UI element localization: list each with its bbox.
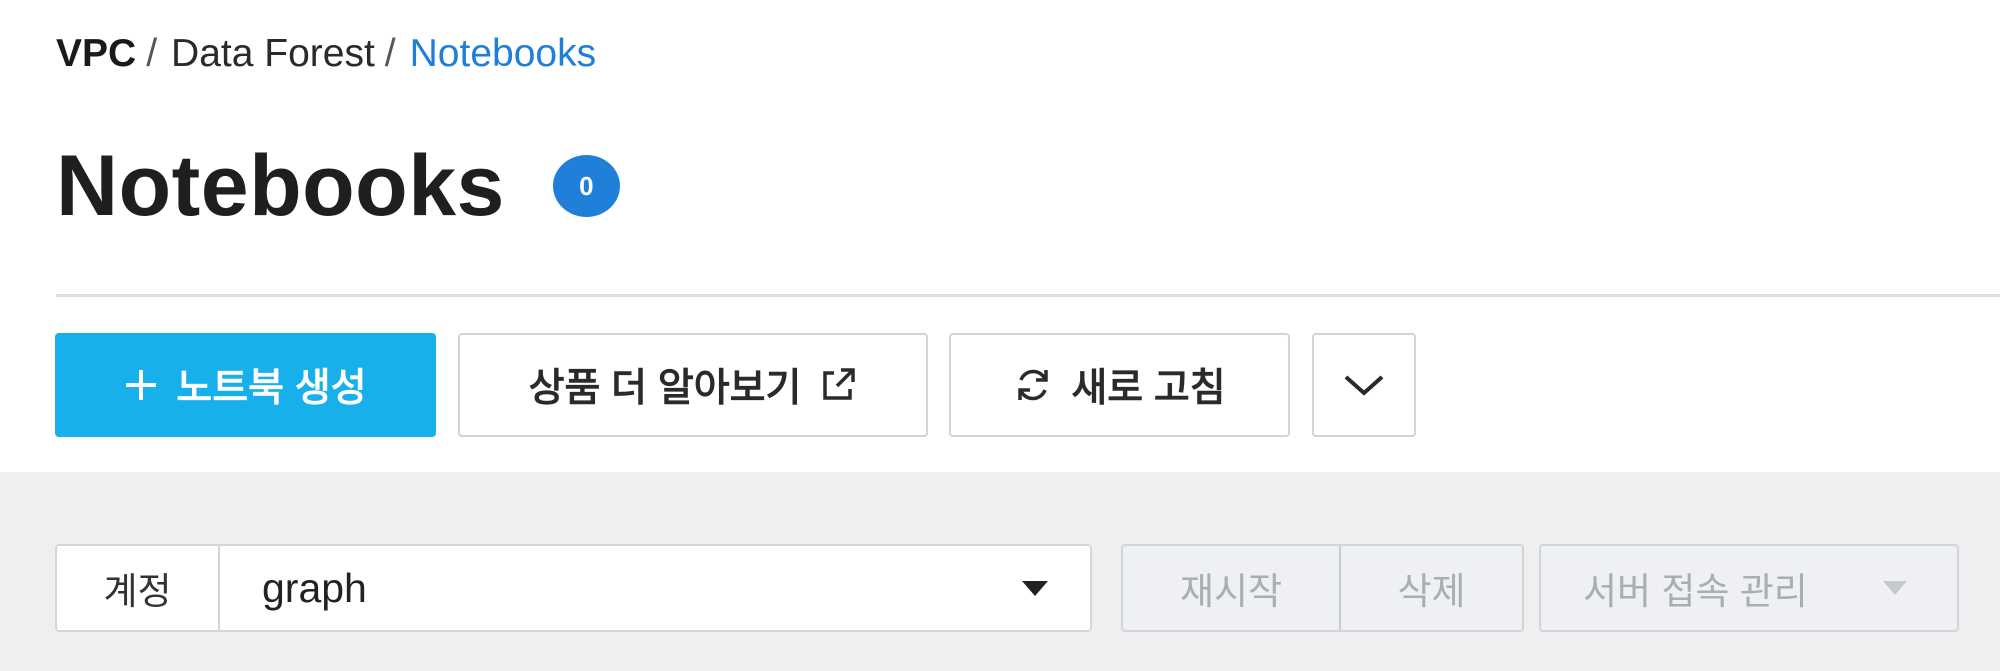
refresh-label: 새로 고침 <box>1071 367 1226 410</box>
account-select[interactable]: graph <box>220 546 1090 630</box>
count-badge: 0 <box>552 155 620 217</box>
refresh-button[interactable]: 새로 고침 <box>949 333 1290 437</box>
title-row: Notebooks 0 <box>56 138 620 234</box>
restart-delete-group: 재시작 삭제 <box>1121 544 1524 632</box>
create-notebook-button[interactable]: 노트북 생성 <box>55 333 436 437</box>
toolbar: 노트북 생성 상품 더 알아보기 새로 고침 <box>0 333 2000 437</box>
breadcrumb-separator: / <box>384 32 396 75</box>
server-access-group: 서버 접속 관리 <box>1539 544 1959 632</box>
server-access-label: 서버 접속 관리 <box>1583 571 1808 612</box>
delete-button[interactable]: 삭제 <box>1341 546 1522 630</box>
chevron-down-icon <box>1343 373 1385 397</box>
restart-button[interactable]: 재시작 <box>1123 546 1341 630</box>
external-link-icon <box>819 366 857 404</box>
learn-more-button[interactable]: 상품 더 알아보기 <box>458 333 928 437</box>
account-filter: 계정 graph <box>55 544 1092 632</box>
caret-down-icon <box>1883 581 1907 595</box>
refresh-icon <box>1013 365 1053 405</box>
server-access-dropdown[interactable]: 서버 접속 관리 <box>1541 546 1957 630</box>
breadcrumb-data-forest[interactable]: Data Forest <box>171 32 375 76</box>
more-options-button[interactable] <box>1312 333 1416 437</box>
account-select-value: graph <box>262 564 367 611</box>
account-label: 계정 <box>57 546 220 630</box>
learn-more-label: 상품 더 알아보기 <box>528 367 802 410</box>
breadcrumb-notebooks[interactable]: Notebooks <box>410 32 596 76</box>
page-title: Notebooks <box>56 137 505 234</box>
breadcrumb-vpc[interactable]: VPC <box>56 32 136 76</box>
breadcrumb-separator: / <box>146 32 158 75</box>
caret-down-icon <box>1022 580 1048 596</box>
create-notebook-label: 노트북 생성 <box>176 367 367 410</box>
plus-icon <box>124 368 158 402</box>
divider <box>56 294 2000 297</box>
page: VPC / Data Forest / Notebooks Notebooks … <box>0 0 2000 671</box>
breadcrumb: VPC / Data Forest / Notebooks <box>56 28 596 80</box>
